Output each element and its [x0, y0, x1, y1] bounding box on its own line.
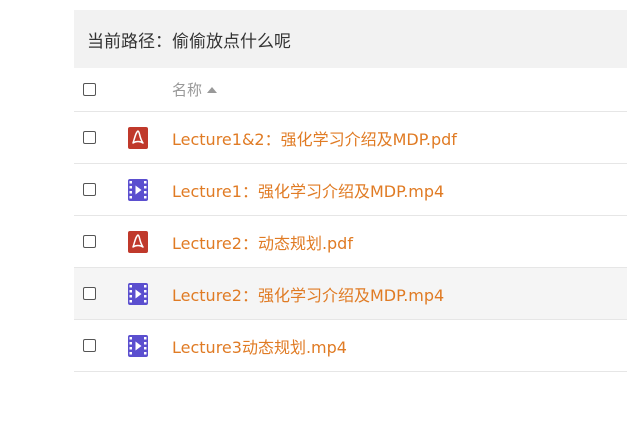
table-header: 名称: [74, 68, 627, 112]
file-checkbox[interactable]: [83, 130, 96, 144]
pdf-file-icon: [127, 230, 149, 254]
file-row[interactable]: Lecture1：强化学习介绍及MDP.mp4: [74, 164, 627, 216]
name-column-header[interactable]: 名称: [172, 68, 218, 111]
file-checkbox[interactable]: [83, 338, 96, 352]
current-path-label: 当前路径：: [87, 31, 172, 52]
file-checkbox[interactable]: [83, 234, 96, 248]
video-file-icon: [127, 178, 149, 202]
video-file-icon: [127, 334, 149, 358]
select-all-checkbox[interactable]: [83, 82, 96, 96]
current-folder-name: 偷偷放点什么呢: [172, 31, 291, 52]
file-checkbox[interactable]: [83, 182, 96, 196]
name-column-label: 名称: [172, 81, 203, 99]
file-name-link[interactable]: Lecture2：强化学习介绍及MDP.mp4: [172, 268, 444, 319]
file-name-link[interactable]: Lecture1：强化学习介绍及MDP.mp4: [172, 164, 444, 215]
video-file-icon: [127, 282, 149, 306]
file-row[interactable]: Lecture1&2：强化学习介绍及MDP.pdf: [74, 112, 627, 164]
file-name-link[interactable]: Lecture3动态规划.mp4: [172, 320, 347, 371]
pdf-file-icon: [127, 126, 149, 150]
file-browser: 当前路径： 偷偷放点什么呢 名称 Lecture1&2：强化学习介绍及MDP.pd…: [74, 10, 627, 372]
sort-ascending-icon: [207, 86, 218, 93]
file-row[interactable]: Lecture2：强化学习介绍及MDP.mp4: [74, 268, 627, 320]
current-path-bar: 当前路径： 偷偷放点什么呢: [74, 10, 627, 68]
file-row[interactable]: Lecture3动态规划.mp4: [74, 320, 627, 372]
file-name-link[interactable]: Lecture1&2：强化学习介绍及MDP.pdf: [172, 112, 457, 163]
file-checkbox[interactable]: [83, 286, 96, 300]
file-row[interactable]: Lecture2：动态规划.pdf: [74, 216, 627, 268]
file-name-link[interactable]: Lecture2：动态规划.pdf: [172, 216, 353, 267]
